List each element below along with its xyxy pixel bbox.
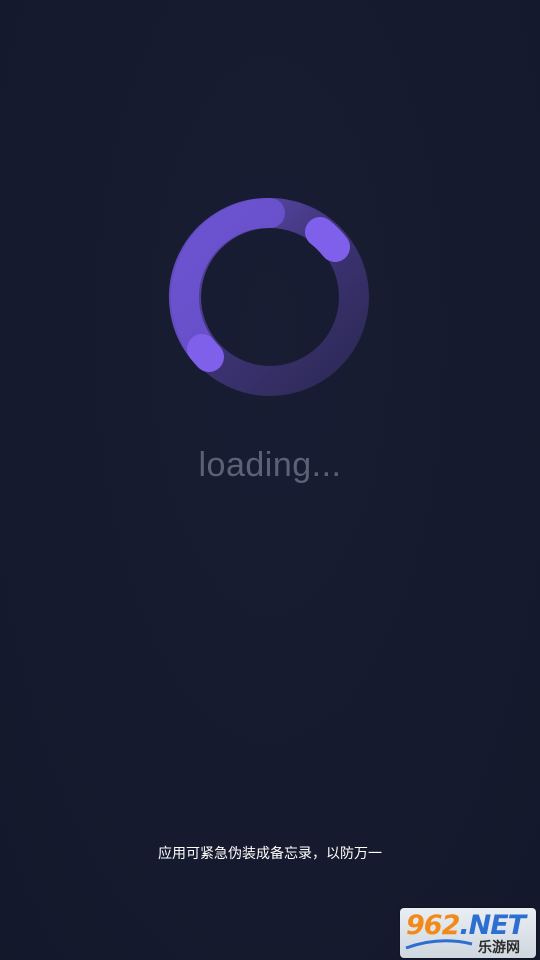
loading-screen: loading... 应用可紧急伪装成备忘录，以防万一 962.NET 乐游网 bbox=[0, 0, 540, 960]
spinner-tail bbox=[187, 334, 224, 372]
watermark-swoosh-icon bbox=[405, 939, 473, 950]
watermark-subtitle: 乐游网 bbox=[478, 940, 520, 956]
spinner-head bbox=[305, 217, 350, 262]
site-watermark-logo: 962.NET 乐游网 bbox=[400, 908, 536, 958]
spinner-arc-left bbox=[169, 197, 285, 364]
disguise-hint-text: 应用可紧急伪装成备忘录，以防万一 bbox=[158, 846, 382, 862]
watermark-digits: 962 bbox=[406, 910, 460, 941]
loading-label: loading... bbox=[198, 446, 342, 484]
loading-spinner-icon bbox=[169, 197, 369, 396]
